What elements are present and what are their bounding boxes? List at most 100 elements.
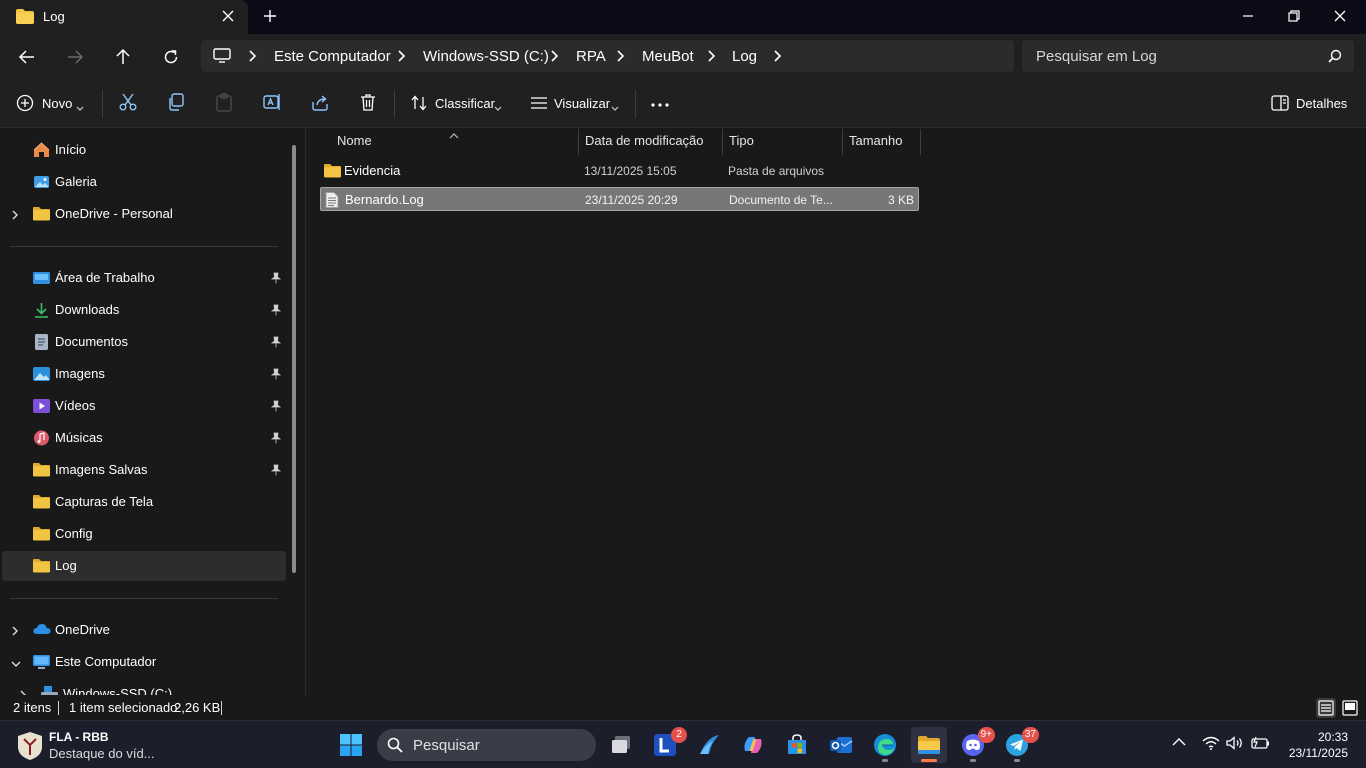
- file-row-selected[interactable]: Bernardo.Log 23/11/2025 20:29 Documento …: [320, 187, 919, 211]
- taskbar-app-discord[interactable]: 9+: [955, 727, 995, 763]
- selection-size: 2,26 KB: [174, 700, 221, 715]
- forward-button[interactable]: [60, 42, 90, 72]
- folder-icon: [33, 558, 50, 574]
- more-icon: [650, 100, 670, 115]
- column-header-type[interactable]: Tipo: [729, 133, 754, 148]
- sidebar-item-musicas[interactable]: Músicas: [2, 423, 286, 453]
- computer-icon: [213, 48, 231, 67]
- sidebar-item-onedrive-personal[interactable]: OneDrive - Personal: [2, 199, 286, 229]
- new-tab-button[interactable]: [260, 6, 280, 26]
- sidebar-item-label: Capturas de Tela: [55, 494, 154, 509]
- rename-icon: [262, 94, 282, 115]
- search-icon[interactable]: [1328, 49, 1342, 66]
- battery-charging-icon[interactable]: [1250, 736, 1270, 753]
- taskbar-app-edge[interactable]: [867, 727, 903, 763]
- taskbar-app-outlook[interactable]: [823, 727, 859, 763]
- folder-icon: [33, 526, 50, 542]
- file-row[interactable]: Evidencia 13/11/2025 15:05 Pasta de arqu…: [320, 159, 919, 183]
- column-divider[interactable]: [578, 129, 579, 155]
- minimize-button[interactable]: [1228, 2, 1268, 30]
- close-window-button[interactable]: [1320, 2, 1360, 30]
- delete-button[interactable]: [358, 92, 378, 116]
- sidebar-item-label: Galeria: [55, 174, 97, 189]
- sort-button[interactable]: Classificar: [410, 92, 506, 116]
- sidebar-item-imagens[interactable]: Imagens: [2, 359, 286, 389]
- chevron-right-icon[interactable]: [11, 208, 19, 223]
- sidebar-scrollbar[interactable]: [292, 145, 296, 573]
- breadcrumb-este-computador[interactable]: Este Computador: [274, 48, 391, 65]
- new-button[interactable]: Novo: [16, 92, 88, 116]
- sidebar-item-documentos[interactable]: Documentos: [2, 327, 286, 357]
- chevron-right-icon[interactable]: [11, 624, 19, 639]
- up-button[interactable]: [108, 42, 138, 72]
- copy-button[interactable]: [166, 92, 186, 116]
- sidebar-item-capturas-de-tela[interactable]: Capturas de Tela: [2, 487, 286, 517]
- search-input[interactable]: Pesquisar em Log: [1022, 40, 1354, 72]
- sidebar-item-imagens-salvas[interactable]: Imagens Salvas: [2, 455, 286, 485]
- chevron-down-icon: [494, 100, 502, 115]
- sidebar-item-onedrive[interactable]: OneDrive: [2, 615, 286, 645]
- taskbar-app-copilot[interactable]: [735, 727, 771, 763]
- scissors-icon: [118, 93, 138, 115]
- system-clock[interactable]: 20:33 23/11/2025: [1282, 729, 1348, 761]
- restore-button[interactable]: [1274, 2, 1314, 30]
- taskbar-app-sail[interactable]: [691, 727, 727, 763]
- column-header-name[interactable]: Nome: [337, 133, 372, 148]
- tiles-view-button[interactable]: [1340, 698, 1360, 718]
- taskbar-app-file-explorer[interactable]: [911, 727, 947, 763]
- sidebar-item-downloads[interactable]: Downloads: [2, 295, 286, 325]
- paste-button[interactable]: [214, 92, 234, 116]
- chevron-right-icon[interactable]: [706, 50, 716, 65]
- breadcrumb-rpa[interactable]: RPA: [576, 48, 606, 65]
- chevron-right-icon[interactable]: [396, 50, 406, 65]
- sidebar-item-config[interactable]: Config: [2, 519, 286, 549]
- share-button[interactable]: [310, 92, 330, 116]
- copy-icon: [166, 93, 186, 115]
- taskbar-app-lexis[interactable]: 2: [647, 727, 687, 763]
- breadcrumb-windows-ssd[interactable]: Windows-SSD (C:): [423, 48, 549, 65]
- chevron-right-icon[interactable]: [615, 50, 625, 65]
- breadcrumb-log[interactable]: Log: [732, 48, 757, 65]
- chevron-right-icon[interactable]: [772, 50, 782, 65]
- start-button[interactable]: [333, 727, 369, 763]
- column-header-modified[interactable]: Data de modificação: [585, 133, 704, 148]
- sidebar-item-este-computador[interactable]: Este Computador: [2, 647, 286, 677]
- column-divider[interactable]: [920, 129, 921, 155]
- column-divider[interactable]: [722, 129, 723, 155]
- pane-divider[interactable]: [305, 129, 306, 695]
- chevron-right-icon[interactable]: [247, 50, 257, 65]
- show-hidden-icons-chevron-up-icon[interactable]: [1172, 735, 1186, 750]
- details-view-button[interactable]: [1316, 698, 1336, 718]
- back-button[interactable]: [12, 42, 42, 72]
- breadcrumb-meubot[interactable]: MeuBot: [642, 48, 694, 65]
- view-button[interactable]: Visualizar: [530, 92, 622, 116]
- window-tab[interactable]: Log: [0, 0, 248, 34]
- news-widget[interactable]: FLA - RBB Destaque do víd...: [16, 728, 216, 764]
- task-view-button[interactable]: [603, 727, 639, 763]
- volume-icon[interactable]: [1226, 736, 1244, 753]
- chevron-right-icon[interactable]: [549, 50, 559, 65]
- chevron-down-icon[interactable]: [11, 656, 21, 671]
- rename-button[interactable]: [262, 92, 282, 116]
- chevron-right-icon[interactable]: [19, 688, 27, 695]
- sidebar-item-area-de-trabalho[interactable]: Área de Trabalho: [2, 263, 286, 293]
- gallery-icon: [33, 174, 49, 190]
- sidebar-item-galeria[interactable]: Galeria: [2, 167, 286, 197]
- taskbar-search[interactable]: Pesquisar: [377, 729, 596, 761]
- refresh-button[interactable]: [156, 42, 186, 72]
- sidebar-item-windows-ssd[interactable]: Windows-SSD (C:): [10, 679, 294, 695]
- more-options-button[interactable]: [650, 92, 670, 116]
- sidebar-item-log[interactable]: Log: [2, 551, 286, 581]
- column-divider[interactable]: [842, 129, 843, 155]
- cut-button[interactable]: [118, 92, 138, 116]
- wifi-icon[interactable]: [1202, 736, 1220, 753]
- address-bar[interactable]: Este Computador Windows-SSD (C:) RPA Meu…: [201, 40, 1014, 72]
- details-button[interactable]: Detalhes: [1271, 92, 1351, 116]
- sidebar-item-videos[interactable]: Vídeos: [2, 391, 286, 421]
- new-label: Novo: [42, 96, 73, 111]
- column-header-size[interactable]: Tamanho: [849, 133, 902, 148]
- close-tab-icon[interactable]: [218, 6, 238, 26]
- taskbar-app-telegram[interactable]: 37: [999, 727, 1039, 763]
- taskbar-app-store[interactable]: [779, 727, 815, 763]
- sidebar-item-inicio[interactable]: Início: [2, 135, 286, 165]
